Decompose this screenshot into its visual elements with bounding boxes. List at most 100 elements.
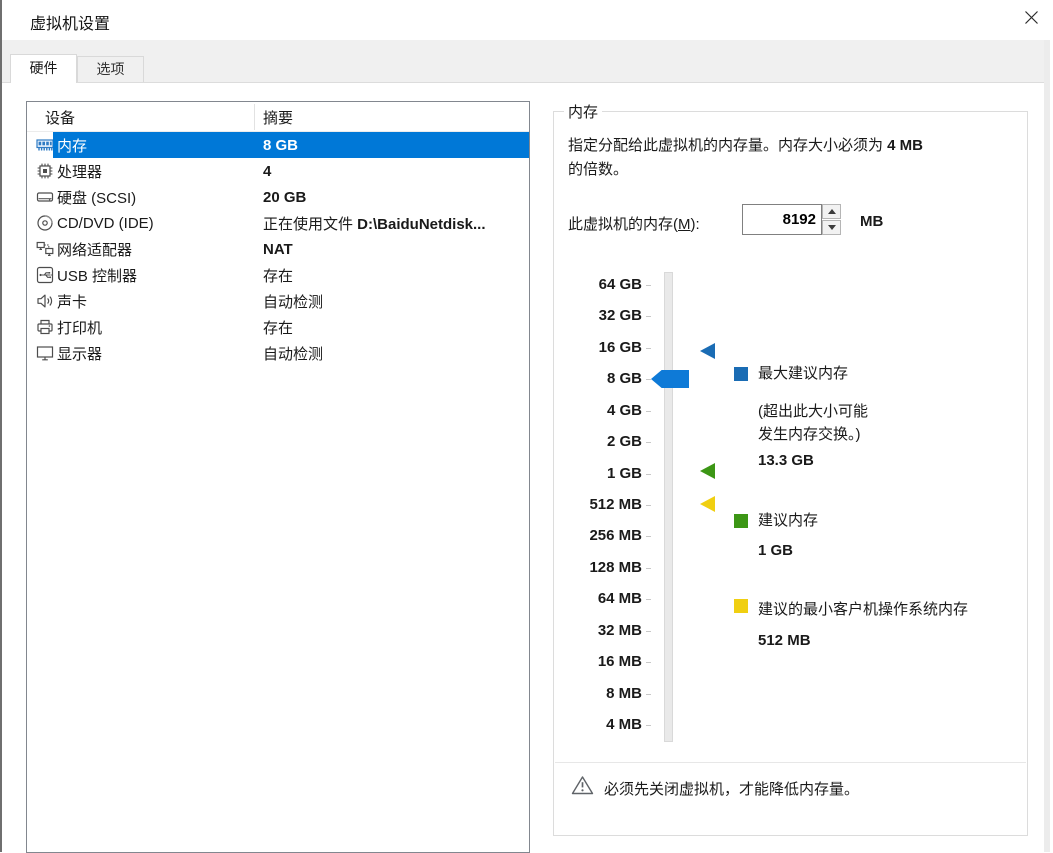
scale-label: 1 GB (554, 463, 642, 485)
label-accesskey: M (678, 216, 691, 233)
max-recommended-swatch (734, 367, 748, 381)
scale-label: 2 GB (554, 431, 642, 453)
device-row-sound[interactable]: 声卡 自动检测 (27, 288, 529, 314)
device-summary: 自动检测 (263, 343, 323, 364)
scale-tick (646, 662, 651, 663)
device-summary: 4 (263, 163, 271, 180)
memory-input[interactable] (742, 204, 822, 235)
device-name: 声卡 (57, 291, 87, 312)
device-name: 内存 (57, 135, 87, 156)
window-right-edge (1044, 40, 1050, 852)
scale-label: 4 GB (554, 400, 642, 422)
device-row-harddisk[interactable]: 硬盘 (SCSI) 20 GB (27, 184, 529, 210)
column-header-device: 设备 (45, 107, 75, 128)
memory-unit-label: MB (860, 213, 883, 230)
window-left-border (0, 0, 2, 852)
scale-tick (646, 379, 651, 380)
device-list-header: 设备 摘要 (27, 102, 529, 132)
device-summary: 存在 (263, 317, 293, 338)
printer-icon (33, 318, 57, 336)
column-separator (254, 104, 255, 130)
scale-tick (646, 474, 651, 475)
device-name: 硬盘 (SCSI) (57, 187, 136, 208)
scale-tick (646, 285, 651, 286)
scale-label: 32 GB (554, 305, 642, 327)
device-name: 网络适配器 (57, 239, 132, 260)
device-list: 设备 摘要 内存8 GB 处理器 4 硬盘 (SCSI) 20 GB CD/DVD (ID… (26, 101, 530, 853)
close-button[interactable] (1016, 6, 1046, 34)
description-text2: 的倍数。 (568, 161, 628, 178)
device-name: 显示器 (57, 343, 102, 364)
display-icon (33, 344, 57, 362)
description-value: 4 MB (887, 137, 923, 154)
close-icon (1023, 9, 1040, 31)
tab-hardware[interactable]: 硬件 (10, 54, 77, 83)
max-recommended-value: 13.3 GB (758, 452, 814, 469)
device-name: 处理器 (57, 161, 102, 182)
harddisk-icon (33, 188, 57, 206)
recommended-value: 1 GB (758, 542, 793, 559)
device-summary: 20 GB (263, 189, 306, 206)
device-summary: 自动检测 (263, 291, 323, 312)
column-header-summary: 摘要 (263, 107, 293, 128)
groupbox-title: 内存 (564, 101, 602, 122)
min-guest-value: 512 MB (758, 632, 811, 649)
scale-tick (646, 536, 651, 537)
device-row-usb[interactable]: USB 控制器存在 (27, 262, 529, 288)
warning-text: 必须先关闭虚拟机，才能降低内存量。 (604, 778, 859, 799)
label-suffix: ): (691, 216, 700, 233)
device-row-network[interactable]: 网络适配器NAT (27, 236, 529, 262)
device-name: CD/DVD (IDE) (57, 215, 154, 232)
device-name: 打印机 (57, 317, 102, 338)
scale-tick (646, 725, 651, 726)
scale-tick (646, 348, 651, 349)
memory-icon (33, 136, 57, 154)
scale-tick (646, 599, 651, 600)
scale-label: 8 GB (554, 368, 642, 390)
scale-label: 64 MB (554, 588, 642, 610)
window-title: 虚拟机设置 (30, 10, 110, 34)
recommended-swatch (734, 514, 748, 528)
scale-label: 64 GB (554, 274, 642, 296)
scale-label: 8 MB (554, 683, 642, 705)
memory-slider-handle[interactable] (651, 370, 689, 388)
scale-tick (646, 505, 651, 506)
recommended-marker-icon (700, 463, 715, 479)
sound-card-icon (33, 292, 57, 310)
label-prefix: 此虚拟机的内存( (568, 216, 678, 233)
scale-label: 128 MB (554, 557, 642, 579)
scale-tick (646, 316, 651, 317)
spin-down-button[interactable] (822, 220, 841, 235)
device-row-printer[interactable]: 打印机 存在 (27, 314, 529, 340)
device-row-display[interactable]: 显示器 自动检测 (27, 340, 529, 366)
divider (555, 762, 1026, 763)
memory-slider-track[interactable] (664, 272, 673, 742)
tab-options[interactable]: 选项 (77, 56, 144, 82)
recommended-label: 建议内存 (758, 509, 818, 530)
arrow-down-icon (828, 225, 836, 230)
min-guest-swatch (734, 599, 748, 613)
scale-label: 16 MB (554, 651, 642, 673)
spin-up-button[interactable] (822, 204, 841, 219)
tabstrip: 选项 硬件 (2, 40, 1044, 82)
processor-icon (33, 162, 57, 180)
device-summary: 正在使用文件 D:\BaiduNetdisk... (263, 213, 486, 234)
max-recommended-note: (超出此大小可能 发生内存交换。) (758, 400, 868, 446)
scale-label: 4 MB (554, 714, 642, 736)
device-row-processor[interactable]: 处理器 4 (27, 158, 529, 184)
scale-label: 16 GB (554, 337, 642, 359)
device-rows: 内存8 GB 处理器 4 硬盘 (SCSI) 20 GB CD/DVD (IDE) 正在使用… (27, 132, 529, 366)
memory-amount-label: 此虚拟机的内存(M): (568, 213, 700, 234)
scale-label: 512 MB (554, 494, 642, 516)
network-adapter-icon (33, 240, 57, 258)
scale-tick (646, 411, 651, 412)
cddvd-icon (33, 214, 57, 232)
memory-description: 指定分配给此虚拟机的内存量。内存大小必须为 4 MB的倍数。 (568, 134, 1013, 182)
warning-icon (571, 775, 594, 800)
scale-tick (646, 631, 651, 632)
device-row-cddvd[interactable]: CD/DVD (IDE) 正在使用文件 D:\BaiduNetdisk... (27, 210, 529, 236)
scale-tick (646, 568, 651, 569)
device-row-memory[interactable]: 内存8 GB (27, 132, 529, 158)
scale-label: 32 MB (554, 620, 642, 642)
memory-spinbox (742, 204, 841, 235)
